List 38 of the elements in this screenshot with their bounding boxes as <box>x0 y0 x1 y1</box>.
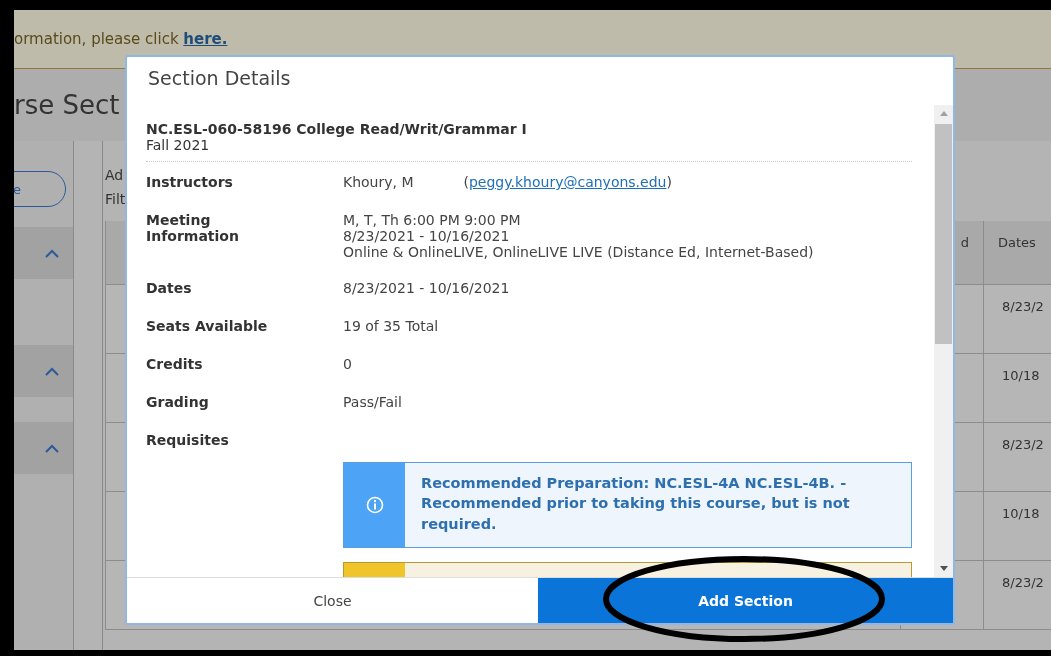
banner-text: ormation, please click here. <box>14 30 228 48</box>
field-label: Requisites <box>146 432 230 448</box>
field-label: Seats Available <box>146 318 269 336</box>
info-icon <box>365 496 384 514</box>
field-value: Pass/Fail <box>343 394 402 412</box>
chevron-up-icon[interactable] <box>45 366 59 376</box>
add-section-button[interactable]: Add Section <box>538 578 953 623</box>
page-title: rse Sect <box>14 90 120 120</box>
field-label: Meeting Information <box>146 212 240 246</box>
field-label: Dates <box>146 280 193 298</box>
instructor-name: Khoury, M <box>343 174 414 192</box>
table-cell: 10/18 <box>983 492 1051 561</box>
meeting-info-line: M, T, Th 6:00 PM 9:00 PM <box>343 212 522 228</box>
course-title: NC.ESL-060-58196 College Read/Writ/Grammar I <box>146 121 528 137</box>
field-label: Instructors <box>146 174 234 192</box>
table-cell: 8/23/2 <box>983 561 1051 630</box>
dialog-title: Section Details <box>147 66 292 91</box>
email-link[interactable]: peggy.khoury@canyons.edu <box>469 174 667 190</box>
chevron-up-icon[interactable] <box>45 248 59 258</box>
field-value: 8/23/2021 - 10/16/2021 <box>343 280 510 298</box>
alert-text: Recommended Preparation: NC.ESL-4A NC.ESL-4B. - Recommended prior to taking this course, but is not required. <box>420 474 851 534</box>
table-cell: 8/23/2 <box>983 285 1051 354</box>
meeting-info-line: Online & OnlineLIVE, OnlineLIVE LIVE (Distance Ed, Internet-Based) <box>343 244 815 260</box>
here-link[interactable]: here. <box>183 30 228 48</box>
instructor-email: (peggy.khoury@canyons.edu) <box>463 174 672 192</box>
scrollbar[interactable] <box>934 105 953 577</box>
meeting-info-line: 8/23/2021 - 10/16/2021 <box>343 228 511 244</box>
chevron-up-icon[interactable] <box>45 443 59 453</box>
table-cell: 8/23/2 <box>983 423 1051 492</box>
field-label: Grading <box>146 394 210 412</box>
main-text: Filt <box>105 191 126 207</box>
table-cell: 10/18 <box>983 354 1051 423</box>
field-value: 0 <box>343 356 352 374</box>
table-header-cell: Dates <box>983 221 1051 285</box>
main-text: Ad <box>105 167 124 183</box>
field-label: Credits <box>146 356 204 374</box>
course-term: Fall 2021 <box>146 137 912 162</box>
field-value: 19 of 35 Total <box>343 318 439 336</box>
